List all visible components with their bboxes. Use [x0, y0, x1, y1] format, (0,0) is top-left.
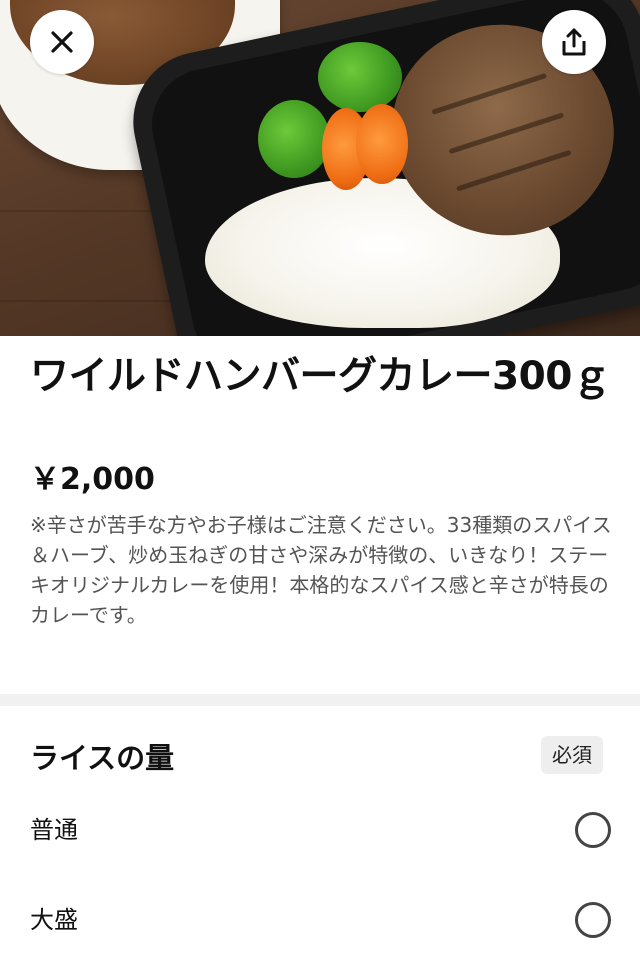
radio-button[interactable] [575, 812, 611, 848]
carrot-image [356, 104, 408, 184]
rice-option-regular[interactable]: 普通 [0, 801, 640, 861]
share-button[interactable] [542, 10, 606, 74]
broccoli-image [258, 100, 330, 178]
close-icon [51, 31, 73, 53]
product-title: ワイルドハンバーグカレー300ｇ [30, 354, 611, 399]
required-badge: 必須 [541, 736, 603, 774]
share-icon [562, 28, 586, 56]
product-price: ￥2,000 [30, 462, 155, 497]
radio-button[interactable] [575, 902, 611, 938]
section-divider [0, 694, 640, 706]
product-detail-page: ワイルドハンバーグカレー300ｇ ￥2,000 ※辛さが苦手な方やお子様はご注意… [0, 0, 640, 957]
rice-option-large[interactable]: 大盛 [0, 891, 640, 951]
product-description: ※辛さが苦手な方やお子様はご注意ください。33種類のスパイス＆ハーブ、炒め玉ねぎ… [30, 513, 612, 627]
option-label: 普通 [30, 816, 78, 844]
close-button[interactable] [30, 10, 94, 74]
rice-amount-title: ライスの量 [30, 741, 175, 775]
option-label: 大盛 [30, 906, 78, 934]
broccoli-image [318, 42, 402, 112]
